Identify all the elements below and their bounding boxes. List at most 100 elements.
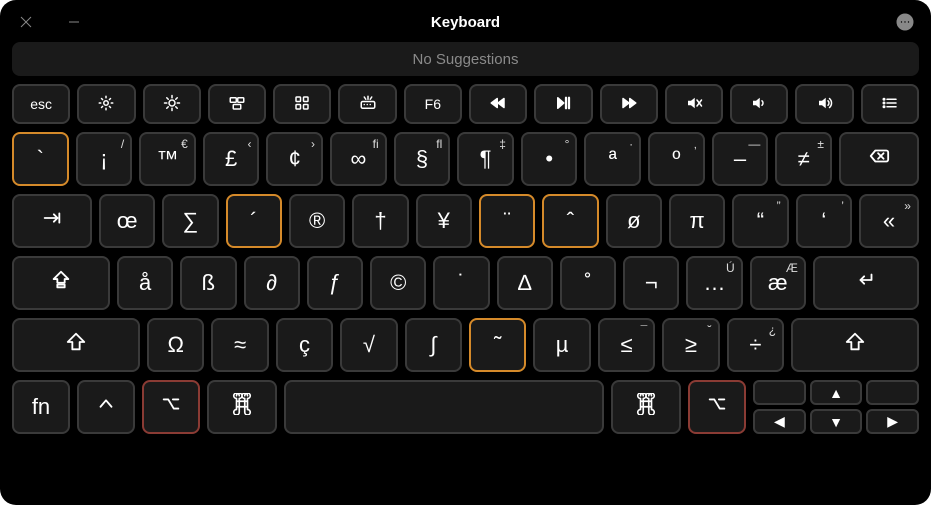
key-label: • (545, 146, 553, 172)
key-return[interactable] (813, 256, 919, 310)
key-abovedot[interactable]: ˙ (433, 256, 489, 310)
key-sigma[interactable]: ∑ (162, 194, 218, 248)
key-tilde[interactable]: ˜ (469, 318, 526, 372)
key-sup-label: ” (777, 199, 781, 213)
key-mission-control[interactable] (208, 84, 266, 124)
key-label: ¬ (645, 270, 658, 296)
key-ldquo[interactable]: “” (732, 194, 788, 248)
key-keyboard-light[interactable] (338, 84, 396, 124)
key-approx[interactable]: ≈ (211, 318, 268, 372)
key-section[interactable]: §fl (394, 132, 451, 186)
key-label: ∞ (351, 146, 367, 172)
shift-icon (844, 331, 866, 359)
key-label: å (139, 270, 151, 296)
key-label: esc (30, 96, 52, 112)
key-infinity[interactable]: ∞fi (330, 132, 387, 186)
key-oslash[interactable]: ø (606, 194, 662, 248)
close-icon[interactable] (16, 12, 36, 32)
more-icon[interactable] (895, 12, 915, 32)
key-sup-label: Ú (726, 261, 735, 275)
key-registered[interactable]: ® (289, 194, 345, 248)
key-delta[interactable]: ∆ (497, 256, 553, 310)
key-volume-down[interactable] (730, 84, 788, 124)
key-rewind[interactable] (469, 84, 527, 124)
key-ellipsis[interactable]: …Ú (686, 256, 742, 310)
arrow-up-key[interactable]: ▲ (810, 380, 863, 405)
key-fhook[interactable]: ƒ (307, 256, 363, 310)
key-diaeresis[interactable]: ¨ (479, 194, 535, 248)
key-copyright[interactable]: © (370, 256, 426, 310)
key-ccedilla[interactable]: ç (276, 318, 333, 372)
key-pilcrow[interactable]: ¶‡ (457, 132, 514, 186)
key-option-left[interactable] (142, 380, 200, 434)
key-label: ≤ (621, 332, 633, 358)
arrow-right-key[interactable]: ▶ (866, 409, 919, 434)
key-command-right[interactable] (611, 380, 681, 434)
key-bullet[interactable]: •° (521, 132, 578, 186)
key-brightness-up[interactable] (143, 84, 201, 124)
key-option-right[interactable] (688, 380, 746, 434)
key-backtick[interactable]: ` (12, 132, 69, 186)
key-integral[interactable]: ∫ (405, 318, 462, 372)
key-greaterequal[interactable]: ≥˘ (662, 318, 719, 372)
key-backspace[interactable] (839, 132, 919, 186)
key-ae[interactable]: æÆ (750, 256, 806, 310)
key-ring[interactable]: ˚ (560, 256, 616, 310)
key-sup-label: ’ (841, 199, 844, 213)
key-label: ® (309, 208, 325, 234)
key-fn[interactable]: fn (12, 380, 70, 434)
key-radical[interactable]: √ (340, 318, 397, 372)
key-label: π (690, 208, 705, 234)
key-label: ˙ (458, 270, 465, 296)
key-sup-label: · (629, 137, 633, 151)
key-launchpad[interactable] (273, 84, 331, 124)
key-label: ‘ (821, 208, 826, 234)
key-trademark[interactable]: ™€ (139, 132, 196, 186)
key-space[interactable] (284, 380, 604, 434)
key-mu[interactable]: µ (533, 318, 590, 372)
key-exclaim-inv[interactable]: ¡/ (76, 132, 133, 186)
key-not[interactable]: ¬ (623, 256, 679, 310)
key-yen[interactable]: ¥ (416, 194, 472, 248)
key-list[interactable] (861, 84, 919, 124)
key-f6[interactable]: F6 (404, 84, 462, 124)
minimize-icon[interactable] (64, 12, 84, 32)
key-aring[interactable]: å (117, 256, 173, 310)
key-endash[interactable]: –— (712, 132, 769, 186)
key-ordmasc[interactable]: º‚ (648, 132, 705, 186)
key-lessequal[interactable]: ≤¯ (598, 318, 655, 372)
key-control[interactable] (77, 380, 135, 434)
key-dagger[interactable]: † (352, 194, 408, 248)
key-pi[interactable]: π (669, 194, 725, 248)
key-circumflex[interactable]: ˆ (542, 194, 598, 248)
key-guillemet[interactable]: «» (859, 194, 919, 248)
key-label: ∫ (430, 332, 436, 358)
key-cent[interactable]: ¢› (266, 132, 323, 186)
arrow-down-key[interactable]: ▼ (810, 409, 863, 434)
key-mute[interactable] (665, 84, 723, 124)
key-sup-label: ° (565, 137, 570, 151)
key-eszett[interactable]: ß (180, 256, 236, 310)
arrow-left-key[interactable]: ◀ (753, 409, 806, 434)
key-pound[interactable]: £‹ (203, 132, 260, 186)
key-command-left[interactable] (207, 380, 277, 434)
key-capslock[interactable] (12, 256, 110, 310)
key-tab[interactable] (12, 194, 92, 248)
key-divide[interactable]: ÷¿ (727, 318, 784, 372)
key-shift-right[interactable] (791, 318, 919, 372)
key-fast-forward[interactable] (600, 84, 658, 124)
key-partial[interactable]: ∂ (244, 256, 300, 310)
key-notequal[interactable]: ≠± (775, 132, 832, 186)
key-esc[interactable]: esc (12, 84, 70, 124)
key-ordfem[interactable]: ª· (584, 132, 641, 186)
key-oe[interactable]: œ (99, 194, 155, 248)
volume-down-icon (750, 94, 768, 115)
key-acute[interactable]: ´ (226, 194, 282, 248)
key-volume-up[interactable] (795, 84, 853, 124)
key-play-pause[interactable] (534, 84, 592, 124)
key-label: « (883, 208, 895, 234)
key-brightness-down[interactable] (77, 84, 135, 124)
key-shift-left[interactable] (12, 318, 140, 372)
key-omega[interactable]: Ω (147, 318, 204, 372)
key-lsquo[interactable]: ‘’ (796, 194, 852, 248)
